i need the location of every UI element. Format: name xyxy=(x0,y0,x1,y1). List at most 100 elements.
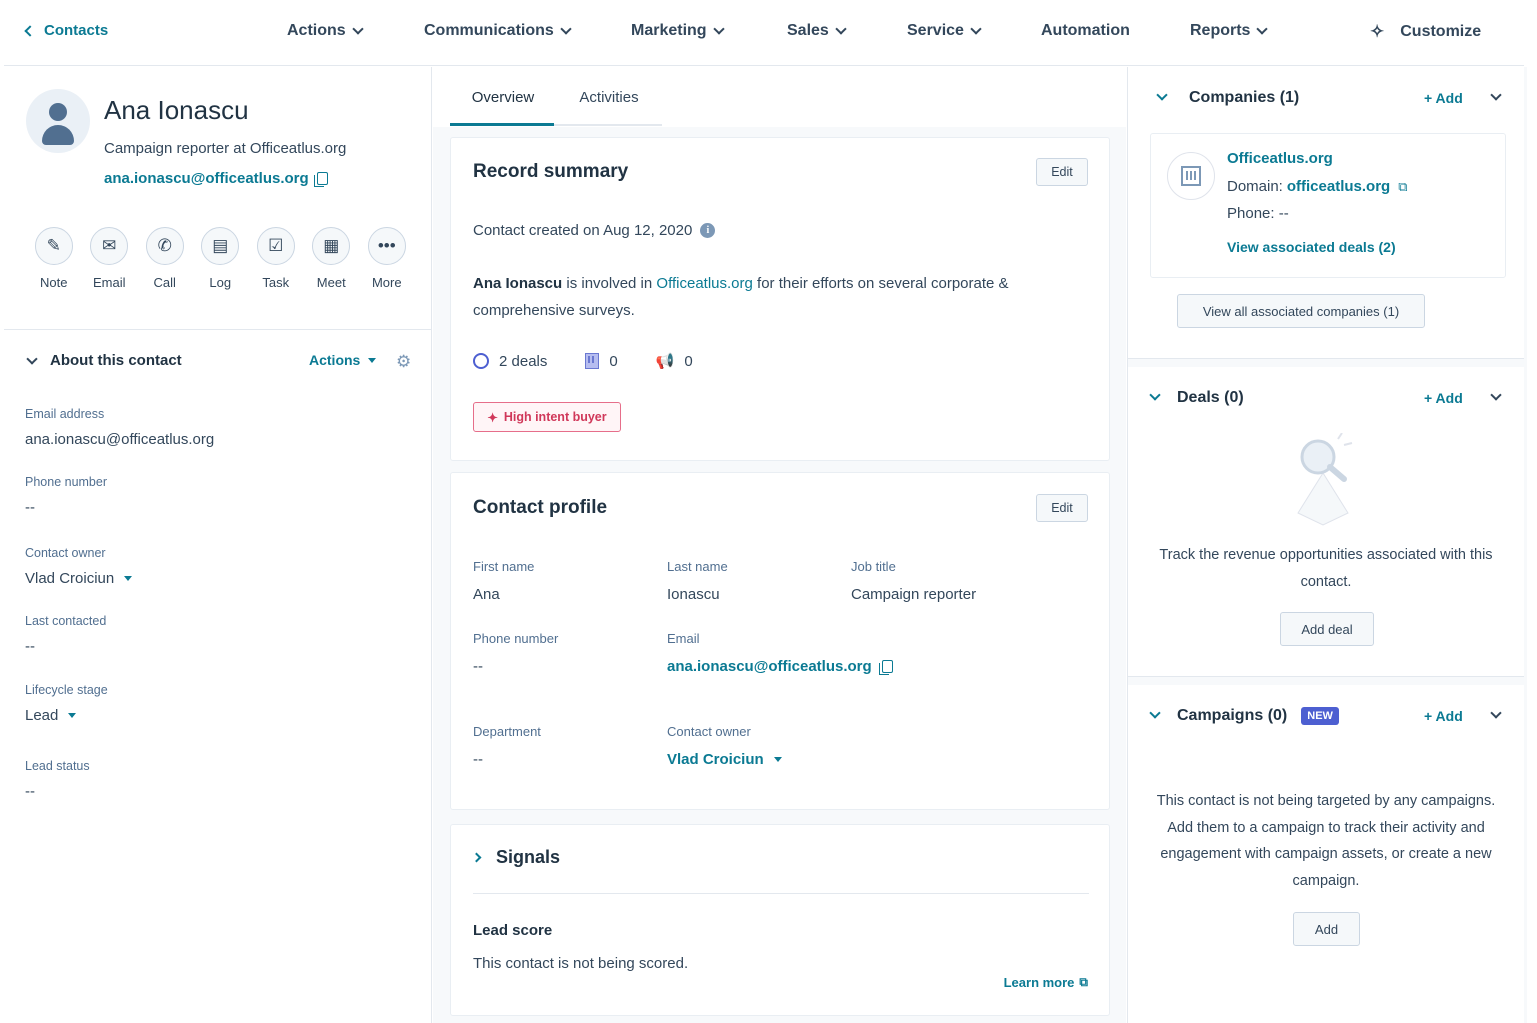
signals-toggle[interactable]: Signals xyxy=(471,847,560,868)
more-action[interactable]: ••• More xyxy=(359,227,415,290)
email-link[interactable]: ana.ionascu@officeatlus.org xyxy=(667,658,893,675)
edit-button[interactable]: Edit xyxy=(1036,158,1088,186)
company-logo xyxy=(1167,152,1215,200)
chevron-down-icon xyxy=(1256,23,1269,35)
nav-marketing[interactable]: Marketing xyxy=(631,22,725,40)
field-value[interactable]: Campaign reporter xyxy=(851,586,976,603)
add-campaign-button[interactable]: Add xyxy=(1293,912,1360,946)
deals-section: Deals (0) + Add Track the revenue opport… xyxy=(1128,367,1524,677)
ai-summary: Ana Ionascu is involved in Officeatlus.o… xyxy=(473,270,1073,324)
task-action[interactable]: ☑ Task xyxy=(248,227,304,290)
add-campaign-header-button[interactable]: + Add xyxy=(1424,708,1463,724)
new-badge: NEW xyxy=(1301,707,1339,725)
domain-label: Domain: xyxy=(1227,178,1283,195)
about-title[interactable]: About this contact xyxy=(50,352,182,369)
owner-select[interactable]: Vlad Croiciun xyxy=(25,570,133,587)
note-action[interactable]: ✎ Note xyxy=(26,227,82,290)
chevron-down-icon[interactable] xyxy=(1490,89,1502,101)
add-company-button[interactable]: + Add xyxy=(1424,90,1463,106)
info-icon[interactable]: i xyxy=(700,223,716,238)
view-all-companies-button[interactable]: View all associated companies (1) xyxy=(1177,294,1425,328)
external-link-icon[interactable]: ⧉ xyxy=(1398,179,1407,195)
prop-value[interactable]: -- xyxy=(25,499,107,516)
campaigns-stat[interactable]: 📢 0 xyxy=(656,352,693,371)
summary-stats: 2 deals 0 📢 0 xyxy=(473,352,731,370)
intent-label: High intent buyer xyxy=(503,410,607,424)
caret-down-icon xyxy=(368,357,377,363)
prop-value[interactable]: -- xyxy=(25,638,106,655)
nav-automation[interactable]: Automation xyxy=(1041,22,1130,40)
nav-actions[interactable]: Actions xyxy=(287,22,364,40)
field-label: Job title xyxy=(851,559,896,574)
tab-activities[interactable]: Activities xyxy=(556,67,662,124)
meet-action[interactable]: ▦ Meet xyxy=(304,227,360,290)
nav-sales[interactable]: Sales xyxy=(787,22,847,40)
field-label: Contact owner xyxy=(667,724,751,739)
field-phone: Phone number -- xyxy=(473,631,558,675)
copy-icon[interactable] xyxy=(313,172,328,187)
nav-reports[interactable]: Reports xyxy=(1190,22,1269,40)
action-label: Task xyxy=(262,275,290,290)
chevron-right-icon xyxy=(471,852,482,863)
summary-name: Ana Ionascu xyxy=(473,275,563,292)
campaigns-title[interactable]: Campaigns (0) NEW xyxy=(1177,707,1339,725)
deals-stat[interactable]: 2 deals xyxy=(473,353,547,370)
copy-icon[interactable] xyxy=(878,660,893,675)
building-icon xyxy=(585,353,600,369)
external-link-icon: ⧉ xyxy=(1079,975,1088,989)
field-value[interactable]: Ionascu xyxy=(667,586,728,603)
field-label: First name xyxy=(473,559,535,574)
prop-value[interactable]: -- xyxy=(25,783,90,800)
about-actions-dropdown[interactable]: Actions xyxy=(309,352,377,368)
gear-icon[interactable]: ⚙ xyxy=(396,352,411,372)
log-action[interactable]: ▤ Log xyxy=(193,227,249,290)
chevron-down-icon[interactable] xyxy=(1490,707,1502,719)
card-title: Record summary xyxy=(473,161,629,182)
chevron-down-icon[interactable] xyxy=(1149,389,1161,401)
chevron-down-icon[interactable] xyxy=(1490,389,1502,401)
field-department: Department -- xyxy=(473,724,541,768)
chevron-down-icon[interactable] xyxy=(26,353,38,365)
companies-title[interactable]: Companies (1) xyxy=(1189,89,1299,107)
owner-select[interactable]: Vlad Croiciun xyxy=(667,751,782,768)
chevron-down-icon[interactable] xyxy=(1149,707,1161,719)
field-value[interactable]: -- xyxy=(473,658,558,675)
add-deal-header-button[interactable]: + Add xyxy=(1424,390,1463,406)
sparkle-icon: ✧ xyxy=(1370,22,1385,41)
learn-more-label: Learn more xyxy=(1003,975,1075,990)
customize-button[interactable]: ✧ Customize xyxy=(1370,22,1481,42)
edit-button[interactable]: Edit xyxy=(1036,494,1088,522)
chevron-down-icon xyxy=(712,23,725,35)
avatar-body-shape xyxy=(42,125,74,145)
add-deal-button[interactable]: Add deal xyxy=(1280,612,1374,646)
nav-label: Communications xyxy=(424,22,554,39)
nav-service[interactable]: Service xyxy=(907,22,982,40)
lifecycle-select[interactable]: Lead xyxy=(25,707,108,724)
prop-lead-status: Lead status -- xyxy=(25,759,90,800)
nav-communications[interactable]: Communications xyxy=(424,22,572,40)
deals-title[interactable]: Deals (0) xyxy=(1177,389,1244,407)
lead-score-text: This contact is not being scored. xyxy=(473,955,689,972)
contact-email-link[interactable]: ana.ionascu@officeatlus.org xyxy=(104,170,328,187)
companies-stat[interactable]: 0 xyxy=(585,353,618,370)
summary-company-link[interactable]: Officeatlus.org xyxy=(656,275,752,292)
summary-text: is involved in xyxy=(562,275,657,292)
field-label: Department xyxy=(473,724,541,739)
prop-last-contacted: Last contacted -- xyxy=(25,614,106,655)
field-value[interactable]: Ana xyxy=(473,586,534,603)
action-label: Call xyxy=(153,275,176,290)
company-name-link[interactable]: Officeatlus.org xyxy=(1227,150,1333,167)
email-action[interactable]: ✉ Email xyxy=(82,227,138,290)
learn-more-link[interactable]: Learn more ⧉ xyxy=(1004,975,1088,990)
chevron-down-icon[interactable] xyxy=(1156,89,1168,101)
domain-link[interactable]: officeatlus.org xyxy=(1287,178,1390,195)
back-to-contacts-link[interactable]: Contacts xyxy=(24,22,108,39)
nav-label: Sales xyxy=(787,22,829,39)
field-value[interactable]: -- xyxy=(473,751,541,768)
call-action[interactable]: ✆ Call xyxy=(137,227,193,290)
campaigns-count: 0 xyxy=(684,352,693,370)
tab-overview[interactable]: Overview xyxy=(450,67,556,126)
high-intent-badge[interactable]: ✦ High intent buyer xyxy=(473,402,621,432)
prop-value[interactable]: ana.ionascu@officeatlus.org xyxy=(25,431,214,448)
view-associated-deals-link[interactable]: View associated deals (2) xyxy=(1227,239,1396,255)
